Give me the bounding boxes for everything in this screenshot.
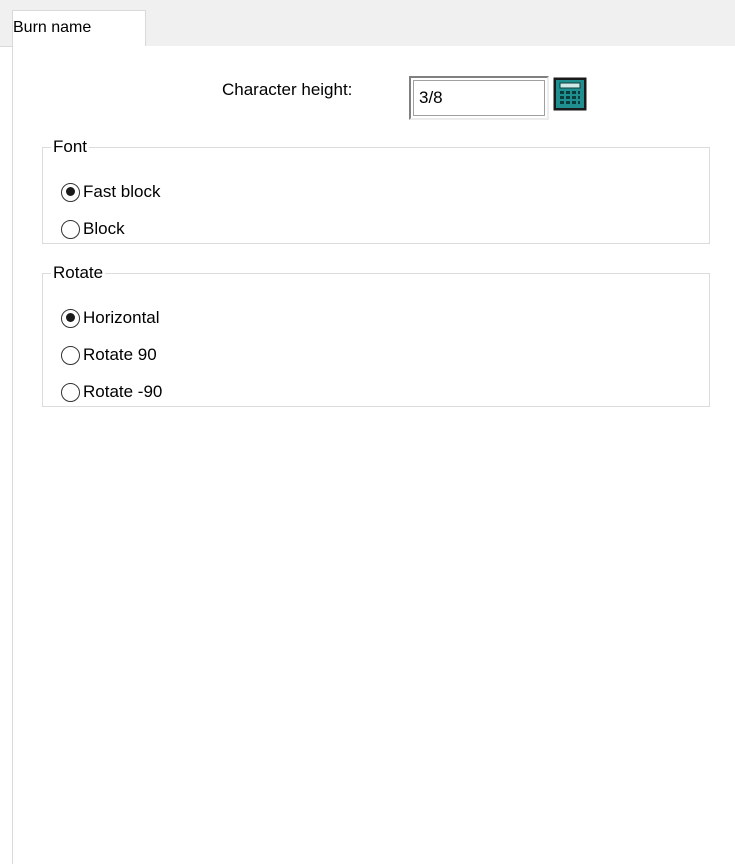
radio-fast-block-label: Fast block bbox=[83, 182, 161, 201]
radio-rotate-minus-90-label: Rotate -90 bbox=[83, 382, 163, 401]
radio-fast-block-indicator[interactable] bbox=[61, 182, 80, 202]
tab-burn-name-label: Burn name bbox=[13, 19, 92, 36]
character-height-label: Character height: bbox=[222, 80, 353, 99]
radio-rotate-minus-90[interactable]: Rotate -90 bbox=[61, 379, 162, 405]
tab-burn-name[interactable]: Burn name bbox=[12, 10, 146, 47]
rotate-group-title: Rotate bbox=[53, 263, 104, 282]
radio-block-label: Block bbox=[83, 219, 125, 238]
font-group-title: Font bbox=[53, 137, 88, 156]
radio-rotate-90-label: Rotate 90 bbox=[83, 345, 157, 364]
radio-rotate-minus-90-indicator[interactable] bbox=[61, 382, 80, 402]
radio-rotate-90-indicator[interactable] bbox=[61, 345, 80, 365]
radio-rotate-90[interactable]: Rotate 90 bbox=[61, 342, 157, 368]
radio-block-indicator[interactable] bbox=[61, 219, 80, 239]
radio-block[interactable]: Block bbox=[61, 216, 125, 242]
rotate-group: Rotate Horizontal Rotate 90 Rotate -90 bbox=[42, 263, 710, 407]
radio-fast-block[interactable]: Fast block bbox=[61, 179, 160, 205]
radio-horizontal-label: Horizontal bbox=[83, 308, 160, 327]
tab-strip: Burn name bbox=[0, 0, 735, 47]
radio-horizontal[interactable]: Horizontal bbox=[61, 305, 160, 331]
calculator-icon bbox=[553, 77, 587, 111]
character-height-value: 3/8 bbox=[419, 88, 443, 107]
font-group: Font Fast block Block bbox=[42, 137, 710, 244]
character-height-input[interactable]: 3/8 bbox=[409, 76, 549, 120]
radio-horizontal-indicator[interactable] bbox=[61, 308, 80, 328]
calculator-button[interactable] bbox=[553, 77, 587, 111]
